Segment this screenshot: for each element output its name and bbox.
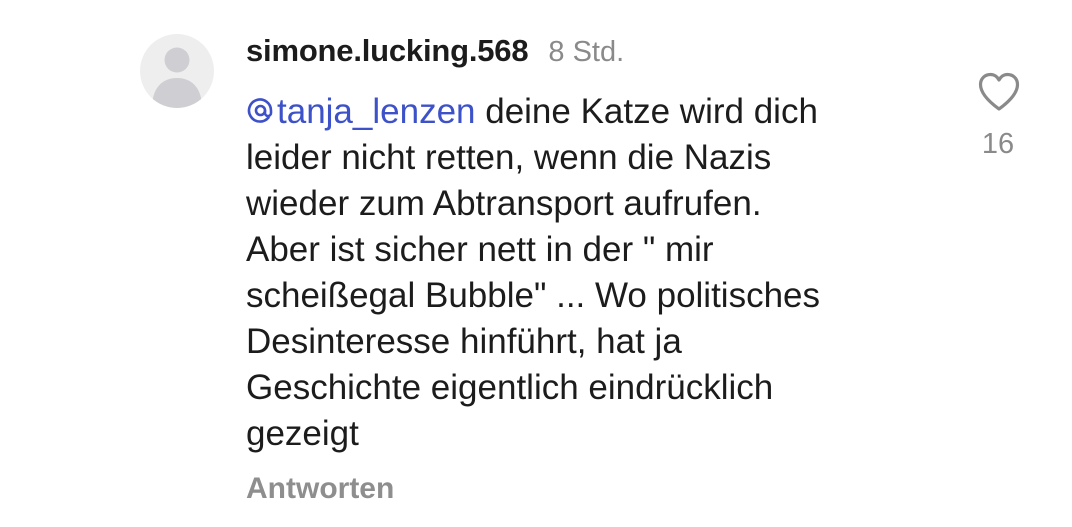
mention-link[interactable]: tanja_lenzen <box>246 92 476 131</box>
timestamp: 8 Std. <box>548 36 625 68</box>
comment-line-3: wieder zum Abtransport aufrufen. <box>246 184 762 223</box>
like-button[interactable] <box>976 70 1022 114</box>
comment-line-5: scheißegal Bubble" ... Wo politisches <box>246 276 821 315</box>
comment-line-6: Desinteresse hinführt, hat ja <box>246 322 682 361</box>
comment-line-2: leider nicht retten, wenn die Nazis <box>246 138 772 177</box>
username[interactable]: simone.lucking.568 <box>246 33 529 69</box>
mention-at-icon <box>247 98 273 123</box>
like-count: 16 <box>981 128 1015 160</box>
comment-line-text: deine Katze wird dich <box>475 92 818 131</box>
avatar[interactable] <box>140 34 214 108</box>
comment-header: simone.lucking.568 8 Std. <box>246 33 624 73</box>
comment-text: tanja_lenzen deine Katze wird dich leide… <box>246 89 946 457</box>
comment-line-4: Aber ist sicher nett in der " mir <box>246 230 714 269</box>
mention-username: tanja_lenzen <box>277 92 476 131</box>
comment-line-8: gezeigt <box>246 414 359 453</box>
comment-line-1: tanja_lenzen deine Katze wird dich <box>246 89 946 135</box>
heart-outline-icon <box>978 72 1020 111</box>
reply-button[interactable]: Antworten <box>246 472 394 506</box>
default-user-avatar-icon <box>152 47 202 108</box>
comment-line-7: Geschichte eigentlich eindrücklich <box>246 368 774 407</box>
